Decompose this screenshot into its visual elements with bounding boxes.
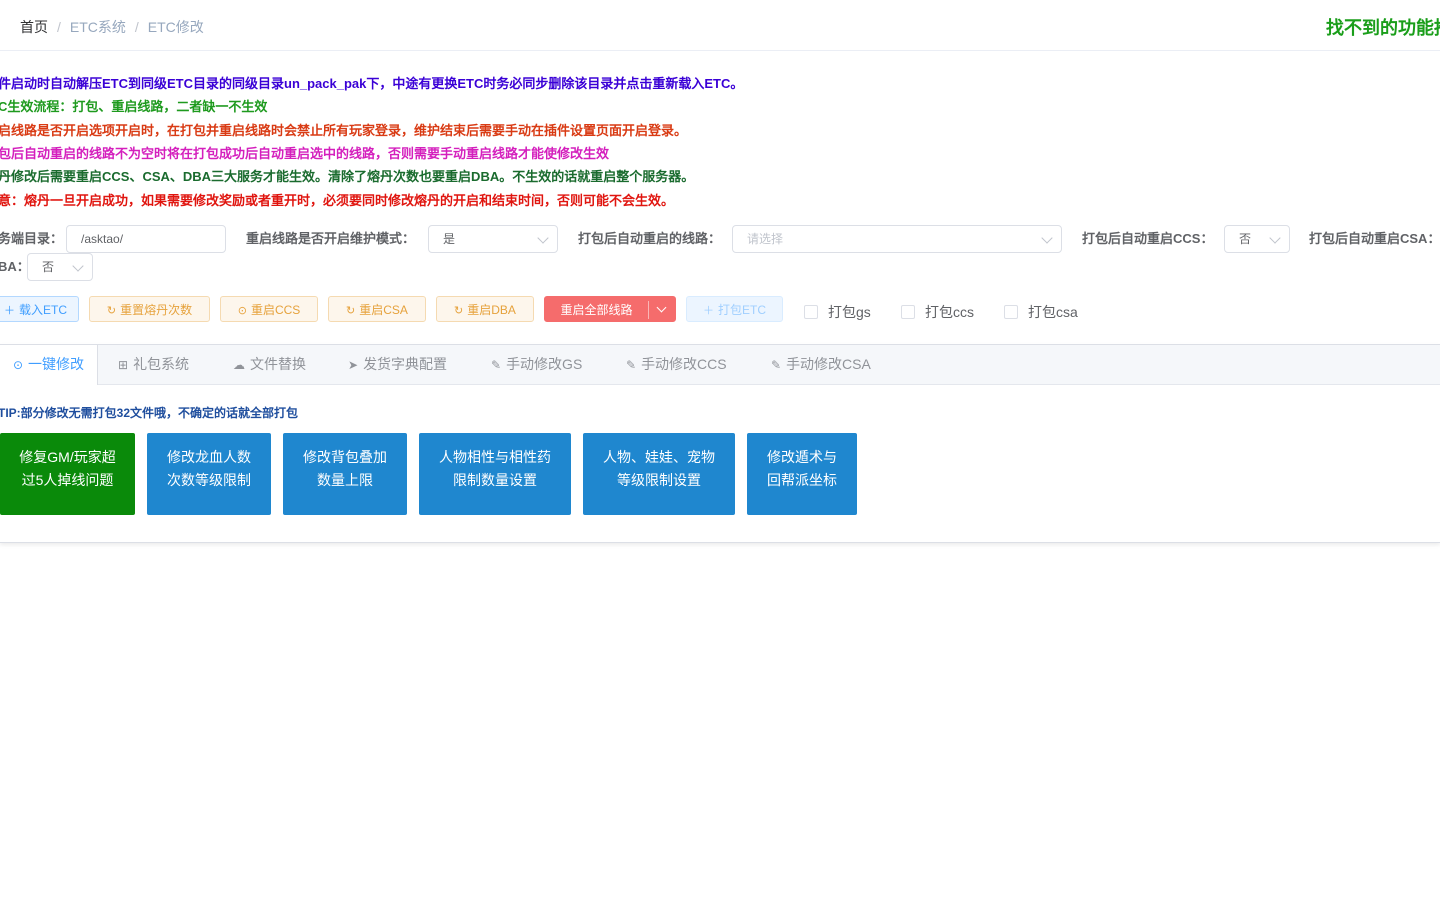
restart-ccs-button[interactable]: ⊙ 重启CCS [220,296,318,322]
chevron-down-icon [72,260,84,272]
tab-manual-gs[interactable]: ✎ 手动修改GS [491,345,582,384]
cloud-upload-icon: ☁ [233,358,245,372]
chevron-down-icon[interactable] [656,302,667,313]
card-bag-stack-limit[interactable]: 修改背包叠加 数量上限 [283,433,407,515]
refresh-icon: ↻ [106,305,117,317]
auto-restart-lines-label: 打包后自动重启的线路： [578,231,722,246]
card-fix-gm-disconnect[interactable]: 修复GM/玩家超 过5人掉线问题 [0,433,135,515]
auto-restart-dba-label: BA： [0,259,30,274]
breadcrumb-separator: / [134,19,139,35]
grid-icon: ⊞ [118,358,129,372]
server-dir-label: 务端目录： [0,231,64,246]
split-divider [648,301,649,319]
notice-line-4: 包后自动重启的线路不为空时将在打包成功后自动重启选中的线路，否则需要手动重启线路… [0,146,610,161]
auto-restart-lines-placeholder: 请选择 [747,232,784,246]
refresh-icon: ↻ [454,305,464,317]
breadcrumb-separator: / [57,19,61,35]
breadcrumb-etc-edit: ETC修改 [147,19,204,35]
refresh-icon: ↻ [346,305,356,317]
send-icon: ➤ [348,358,359,372]
maintenance-label: 重启线路是否开启维护模式： [246,231,416,246]
tip-text: TIP:部分修改无需打包32文件哦，不确定的话就全部打包 [0,406,299,420]
auto-restart-ccs-select[interactable]: 否 [1224,225,1290,253]
plus-icon: ＋ [702,305,714,317]
checkbox-pack-csa[interactable]: 打包csa [1004,302,1078,320]
edit-icon: ✎ [491,358,502,372]
auto-restart-ccs-label: 打包后自动重启CCS： [1082,231,1214,246]
auto-restart-lines-select[interactable]: 请选择 [732,225,1062,253]
card-dragon-blood-limit[interactable]: 修改龙血人数 次数等级限制 [147,433,271,515]
auto-restart-csa-label: 打包后自动重启CSA： [1309,231,1440,246]
tab-gift-system[interactable]: ⊞ 礼包系统 [118,345,189,384]
notice-line-5: 丹修改后需要重启CCS、CSA、DBA三大服务才能生效。清除了熔丹次数也要重启D… [0,169,695,184]
breadcrumb-etc-system[interactable]: ETC系统 [70,19,126,35]
card-level-limit[interactable]: 人物、娃娃、宠物 等级限制设置 [583,433,735,515]
checkbox-pack-ccs[interactable]: 打包ccs [901,302,974,320]
restart-csa-button[interactable]: ↻ 重启CSA [328,296,426,322]
tab-delivery-dict[interactable]: ➤ 发货字典配置 [348,345,447,384]
checkbox-box[interactable] [1004,305,1018,319]
card-teleport-coords[interactable]: 修改遁术与 回帮派坐标 [747,433,857,515]
edit-icon: ✎ [626,358,637,372]
tab-manual-csa[interactable]: ✎ 手动修改CSA [771,345,871,384]
check-circle-icon: ⊙ [12,358,24,372]
plus-icon: ＋ [3,305,15,317]
tab-one-click-edit[interactable]: ⊙ 一键修改 [0,345,98,385]
server-dir-value: /asktao/ [81,232,124,246]
tab-manual-ccs[interactable]: ✎ 手动修改CCS [626,345,727,384]
maintenance-select[interactable]: 是 [428,225,558,253]
checkbox-box[interactable] [804,305,818,319]
top-bar: 首页 / ETC系统 / ETC修改 找不到的功能推 [0,0,1440,51]
auto-restart-ccs-value: 否 [1239,232,1252,246]
restart-dba-button[interactable]: ↻ 重启DBA [436,296,534,322]
edit-icon: ✎ [771,358,782,372]
tab-file-replace[interactable]: ☁ 文件替换 [233,345,306,384]
checkbox-pack-gs[interactable]: 打包gs [804,302,871,320]
breadcrumb: 首页 / ETC系统 / ETC修改 [20,17,204,37]
checkbox-box[interactable] [901,305,915,319]
server-dir-input[interactable]: /asktao/ [66,225,226,253]
maintenance-value: 是 [443,232,456,246]
check-circle-icon: ⊙ [237,305,247,317]
restart-all-lines-split-button: 重启全部线路 [544,296,676,322]
notice-line-6: 意：熔丹一旦开启成功，如果需要修改奖励或者重开时，必须要同时修改熔丹的开启和结束… [0,193,675,208]
reset-rongdan-button[interactable]: ↻ 重置熔丹次数 [89,296,210,322]
tabs-header: ⊙ 一键修改 ⊞ 礼包系统 ☁ 文件替换 ➤ 发货字典配置 ✎ 手动修改GS ✎ 手动修改C… [0,345,1440,385]
breadcrumb-home[interactable]: 首页 [20,19,48,35]
chevron-down-icon [1041,232,1053,244]
chevron-down-icon [537,232,549,244]
notice-line-3: 启线路是否开启选项开启时，在打包并重启线路时会禁止所有玩家登录，维护结束后需要手… [0,123,688,138]
auto-restart-dba-select[interactable]: 否 [27,253,93,281]
load-etc-button[interactable]: ＋载入ETC [0,296,79,322]
restart-all-lines-button[interactable]: 重启全部线路 [545,297,648,323]
card-attribute-limit[interactable]: 人物相性与相性药 限制数量设置 [419,433,571,515]
tabs-panel: ⊙ 一键修改 ⊞ 礼包系统 ☁ 文件替换 ➤ 发货字典配置 ✎ 手动修改GS ✎ 手动修改C… [0,344,1440,543]
notice-line-2: C生效流程：打包、重启线路，二者缺一不生效 [0,99,268,114]
notice-line-1: 件启动时自动解压ETC到同级ETC目录的同级目录un_pack_pak下，中途有… [0,76,744,91]
auto-restart-dba-value: 否 [42,260,55,274]
top-right-notice[interactable]: 找不到的功能推 [1326,14,1440,40]
pack-etc-button[interactable]: ＋打包ETC [686,296,783,322]
chevron-down-icon [1269,232,1281,244]
